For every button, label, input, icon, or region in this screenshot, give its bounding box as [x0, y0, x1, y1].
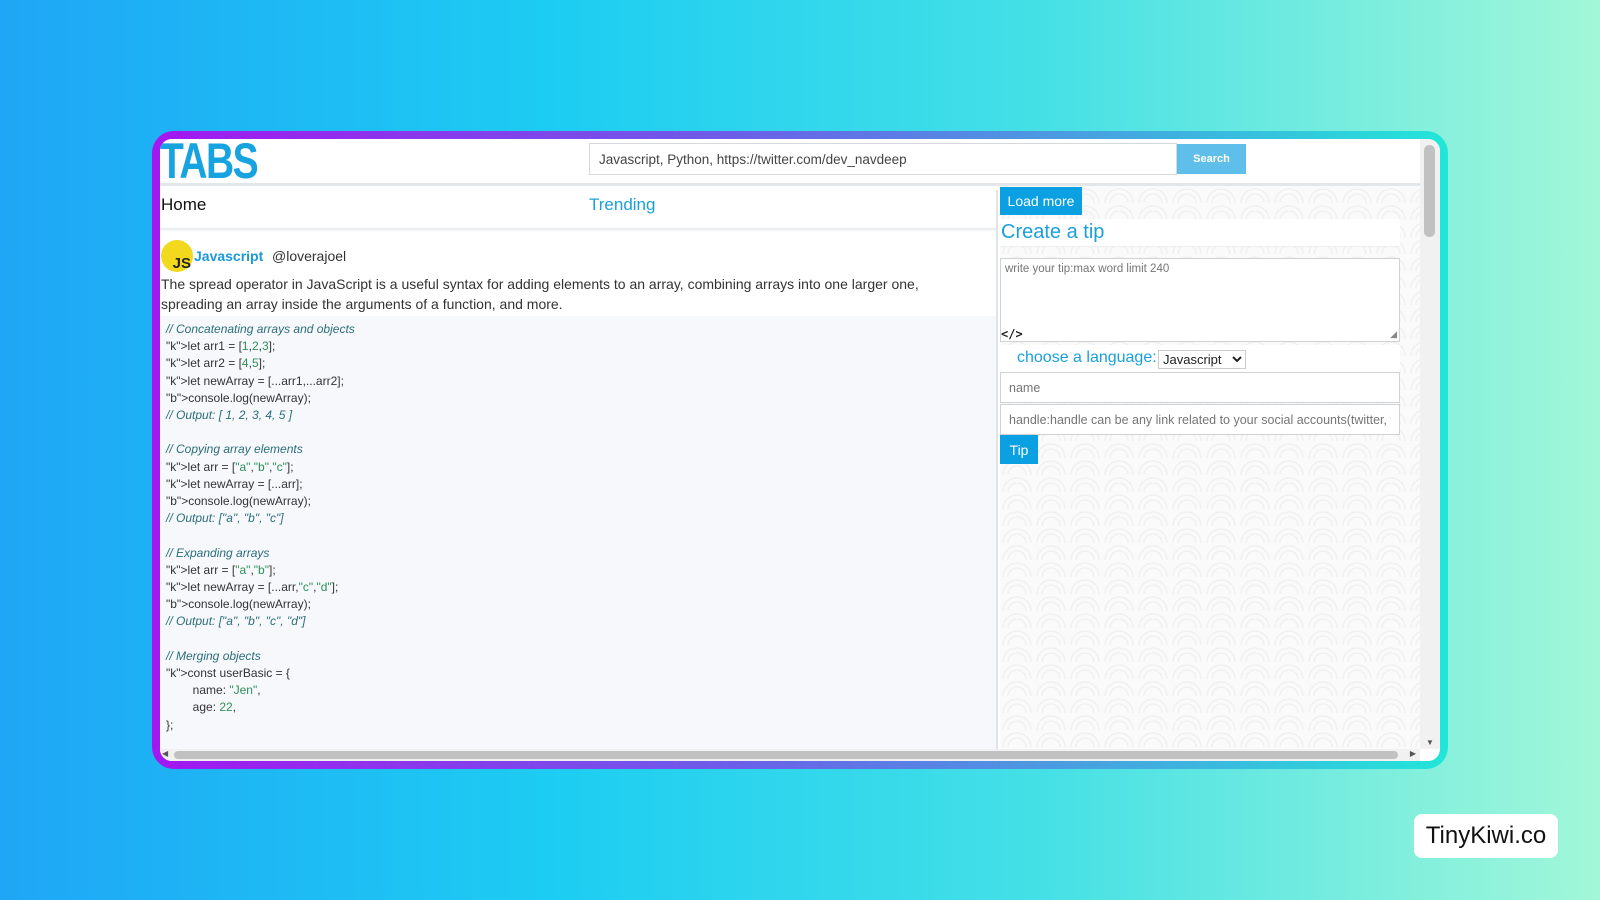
- vertical-scrollbar[interactable]: ▼: [1420, 139, 1440, 749]
- language-select[interactable]: Javascript: [1158, 350, 1246, 369]
- name-field[interactable]: [1000, 372, 1400, 403]
- code-line: // Output: ["a", "b", "c", "d"]: [166, 614, 306, 629]
- create-tip-panel: Load more Create a tip </> ◢ choose a la…: [1000, 186, 1420, 749]
- post-handle: @loverajoel: [272, 248, 347, 264]
- nav-trending[interactable]: Trending: [589, 195, 655, 215]
- language-label: choose a language:: [1017, 349, 1157, 366]
- code-line: "k">let newArray = [...arr];: [166, 476, 303, 491]
- load-more-button[interactable]: Load more: [1000, 187, 1082, 215]
- code-line: // Output: [ 1, 2, 3, 4, 5 ]: [166, 408, 293, 423]
- code-line: "b">console.log(newArray);: [166, 494, 311, 509]
- feed-panel: Home Trending JS Javascript @loverajoel …: [160, 190, 998, 749]
- code-line: "k">let arr = ["a","b","c"];: [166, 459, 294, 474]
- code-line: "k">let newArray = [...arr,"c","d"];: [166, 580, 339, 595]
- code-snippet: // Concatenating arrays and objects "k">l…: [160, 316, 996, 749]
- code-line: };: [166, 717, 174, 732]
- code-line: // Output: ["a", "b", "c"]: [166, 511, 284, 526]
- code-line: "k">let newArray = [...arr1,...arr2];: [166, 373, 344, 388]
- resize-grip-icon[interactable]: ◢: [1390, 329, 1397, 340]
- tip-submit-button[interactable]: Tip: [1000, 435, 1038, 464]
- scroll-left-arrow-icon[interactable]: ◀: [162, 749, 168, 758]
- nav-home[interactable]: Home: [161, 195, 206, 215]
- horizontal-scroll-thumb[interactable]: [174, 751, 1398, 759]
- code-line: name: "Jen",: [166, 683, 261, 698]
- code-icon[interactable]: </>: [1001, 327, 1023, 341]
- tip-textarea-wrapper: </> ◢: [1000, 258, 1400, 342]
- browser-frame: TABS Search Home Trending JS Javascript …: [152, 131, 1448, 769]
- code-line: // Merging objects: [166, 648, 261, 663]
- code-line: "k">let arr1 = [1,2,3];: [166, 339, 276, 354]
- feed-nav: Home Trending: [160, 190, 996, 230]
- javascript-avatar: JS: [161, 240, 193, 272]
- code-line: "k">let arr = ["a","b"];: [166, 562, 276, 577]
- search-button[interactable]: Search: [1177, 144, 1246, 174]
- scroll-down-arrow-icon[interactable]: ▼: [1426, 738, 1434, 747]
- code-line: "b">console.log(newArray);: [166, 597, 311, 612]
- code-line: // Concatenating arrays and objects: [166, 322, 355, 336]
- post-language-link[interactable]: Javascript: [194, 248, 263, 264]
- watermark: TinyKiwi.co: [1414, 814, 1558, 858]
- horizontal-scrollbar[interactable]: ◀ ▶: [160, 749, 1420, 761]
- code-line: "k">const userBasic = {: [166, 666, 290, 681]
- tabs-logo[interactable]: TABS: [160, 139, 259, 187]
- handle-field[interactable]: [1000, 404, 1400, 435]
- language-row: choose a language: Javascript: [1000, 345, 1400, 372]
- tip-textarea[interactable]: [1001, 259, 1399, 341]
- top-bar: TABS Search: [160, 139, 1420, 187]
- vertical-scroll-thumb[interactable]: [1424, 145, 1435, 237]
- code-line: "b">console.log(newArray);: [166, 390, 311, 405]
- search-input[interactable]: [589, 143, 1177, 175]
- code-line: // Copying array elements: [166, 442, 303, 457]
- scroll-right-arrow-icon[interactable]: ▶: [1410, 749, 1416, 758]
- create-tip-title: Create a tip: [1000, 219, 1400, 247]
- code-line: // Expanding arrays: [166, 545, 270, 560]
- code-line: age: 22,: [166, 700, 237, 715]
- post-text: The spread operator in JavaScript is a u…: [161, 276, 919, 312]
- code-line: "k">let arr2 = [4,5];: [166, 356, 266, 371]
- app-screen: TABS Search Home Trending JS Javascript …: [160, 139, 1440, 761]
